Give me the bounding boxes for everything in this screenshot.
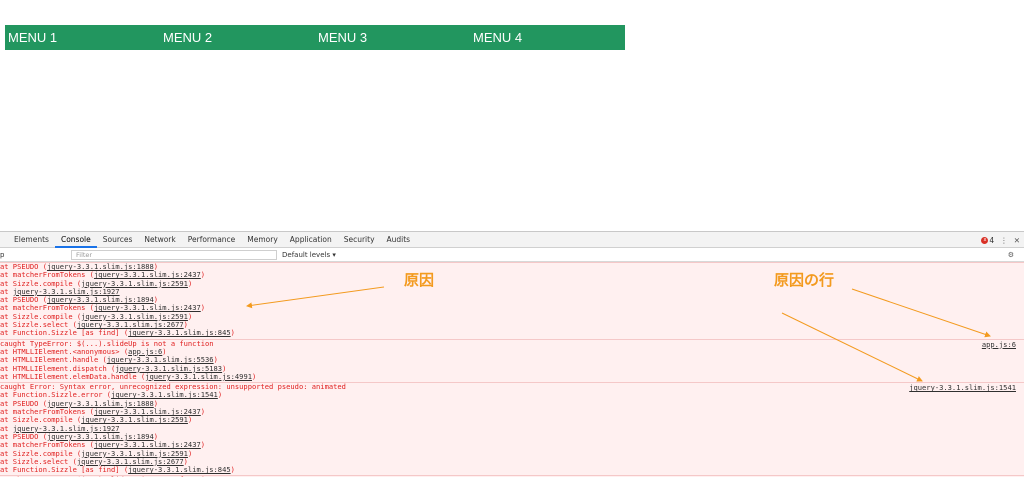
stack-trace-text: at Function.Sizzle [as find] ( — [0, 465, 129, 475]
error-x-icon: x — [981, 236, 989, 244]
close-icon[interactable]: ✕ — [1014, 236, 1020, 245]
gear-icon[interactable]: ⚙ — [1008, 248, 1014, 262]
menu-item-1[interactable]: MENU 1 — [5, 25, 160, 50]
console-error-entry: jquery-3.3.1.slim.js:1541 caught Error: S… — [0, 382, 1024, 476]
devtools-tab-bar: Elements Console Sources Network Perform… — [0, 232, 1024, 248]
stack-trace-link[interactable]: jquery-3.3.1.slim.js:845 — [128, 465, 231, 474]
stack-trace-line: at HTMLLIElement.elemData.handle (jquery… — [0, 371, 1024, 381]
error-count-value: 4 — [989, 235, 995, 245]
stack-trace-line: at Sizzle.compile (jquery-3.3.1.slim.js:… — [0, 416, 1024, 424]
stack-trace-text: ) — [200, 440, 206, 450]
error-source-link[interactable]: app.js:6 — [982, 340, 1016, 349]
stack-trace-text: ) — [217, 390, 223, 400]
tab-application[interactable]: Application — [284, 232, 338, 248]
stack-trace-text: ) — [187, 311, 193, 321]
console-filter-bar: p Default levels ▾ ⚙ — [0, 248, 1024, 262]
devtools-toolbar-right: x 4 ⋮ ✕ — [981, 232, 1020, 248]
tab-sources[interactable]: Sources — [97, 232, 139, 248]
menu-item-4[interactable]: MENU 4 — [470, 25, 625, 50]
tab-network[interactable]: Network — [138, 232, 181, 248]
stack-trace-line: at Sizzle.compile (jquery-3.3.1.slim.js:… — [0, 278, 1024, 288]
tab-elements[interactable]: Elements — [0, 232, 55, 248]
tab-console[interactable]: Console — [54, 232, 97, 248]
stack-trace-link[interactable]: jquery-3.3.1.slim.js:845 — [128, 328, 231, 337]
stack-trace-text: at Function.Sizzle [as find] ( — [0, 328, 129, 338]
console-error-entry: at PSEUDO (jquery-3.3.1.slim.js:1888) at … — [0, 262, 1024, 339]
console-output: at PSEUDO (jquery-3.3.1.slim.js:1888) at … — [0, 262, 1024, 477]
stack-trace-line: at Function.Sizzle [as find] (jquery-3.3… — [0, 329, 1024, 337]
tab-audits[interactable]: Audits — [381, 232, 417, 248]
tab-security[interactable]: Security — [338, 232, 381, 248]
error-source-link[interactable]: jquery-3.3.1.slim.js:1541 — [909, 383, 1016, 392]
menu-item-3[interactable]: MENU 3 — [315, 25, 470, 50]
menu-item-2[interactable]: MENU 2 — [160, 25, 315, 50]
log-levels-dropdown[interactable]: Default levels ▾ — [282, 248, 336, 262]
tab-performance[interactable]: Performance — [182, 232, 242, 248]
stack-trace-text: ) — [200, 303, 206, 313]
error-counter[interactable]: x 4 — [981, 236, 994, 245]
stack-trace-line: at Function.Sizzle [as find] (jquery-3.3… — [0, 465, 1024, 475]
stack-trace-link[interactable]: jquery-3.3.1.slim.js:4991 — [145, 372, 252, 381]
stack-trace-text: ) — [230, 328, 235, 338]
menu-bar: MENU 1 MENU 2 MENU 3 MENU 4 — [5, 25, 625, 50]
context-selector[interactable]: p — [0, 251, 20, 259]
stack-trace-text: ) — [187, 278, 193, 288]
annotation-cause: 原因 — [404, 271, 435, 289]
stack-trace-text: ) — [200, 407, 206, 417]
devtools-panel: Elements Console Sources Network Perform… — [0, 231, 1024, 477]
console-error-entry: app.js:6caught TypeError: $(...).slideUp… — [0, 338, 1024, 383]
stack-trace-text: ) — [187, 415, 193, 425]
stack-trace-text: at HTMLLIElement.elemData.handle ( — [0, 371, 146, 381]
stack-trace-text: ) — [200, 270, 206, 280]
filter-input[interactable] — [71, 250, 277, 260]
stack-trace-text: ) — [187, 448, 193, 458]
annotation-cause-line: 原因の行 — [774, 271, 835, 289]
tab-memory[interactable]: Memory — [241, 232, 284, 248]
stack-trace-text: ) — [230, 465, 235, 475]
kebab-menu-icon[interactable]: ⋮ — [1000, 236, 1008, 245]
stack-trace-text: ) — [252, 371, 257, 381]
